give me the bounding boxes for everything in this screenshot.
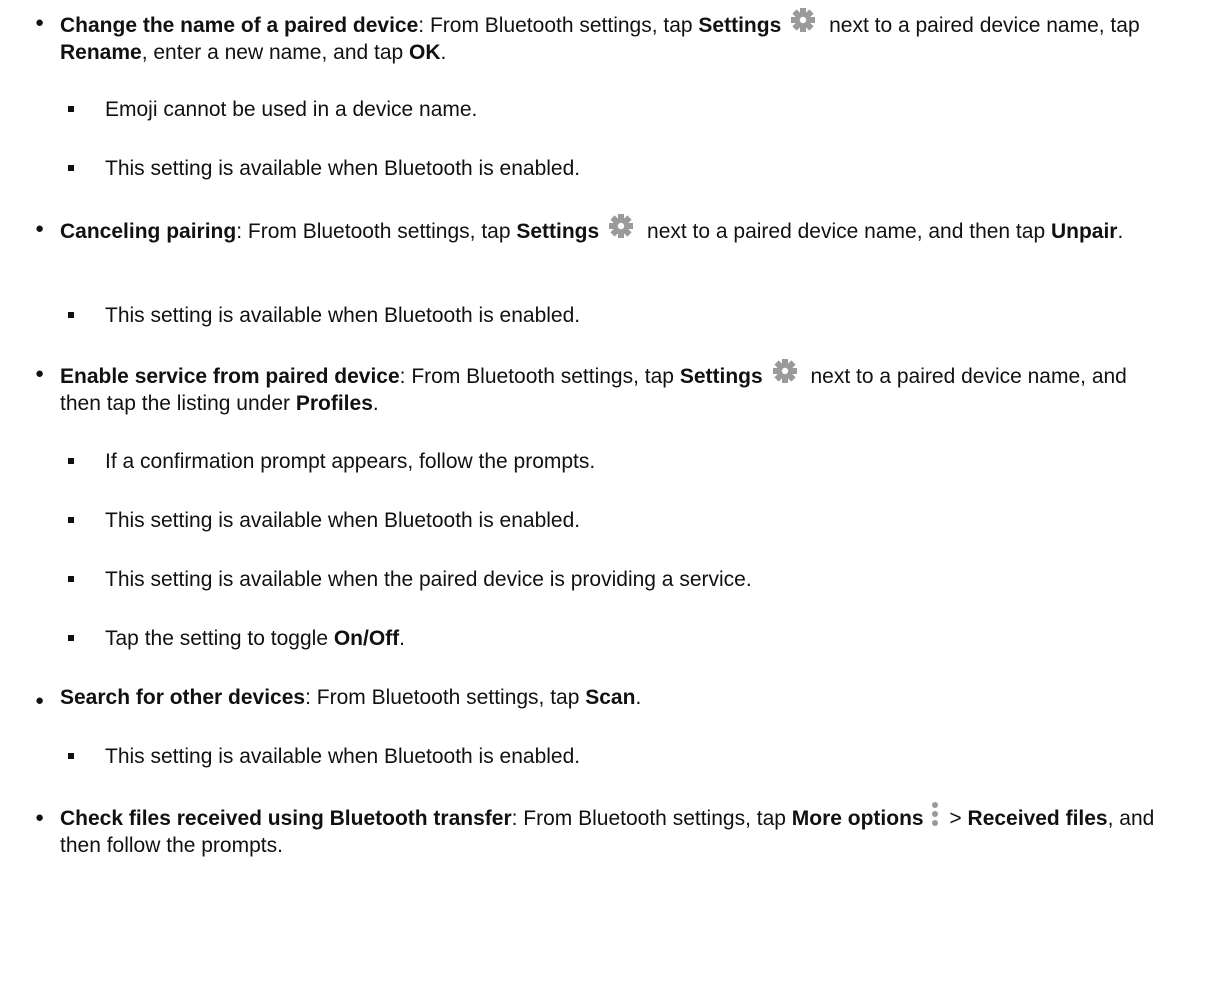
- bold-term: OK: [409, 41, 441, 64]
- text-run: .: [1117, 220, 1124, 243]
- bold-term: Settings: [698, 14, 782, 37]
- text-run: : From Bluetooth settings, tap: [511, 807, 792, 830]
- sub-item-text: This setting is available when Bluetooth…: [105, 157, 581, 180]
- bold-term: On/Off: [333, 627, 400, 650]
- gear-icon: [605, 212, 637, 240]
- item-text: Search for other devices: From Bluetooth…: [60, 684, 1170, 711]
- square-bullet: [68, 106, 74, 112]
- square-bullet: [68, 458, 74, 464]
- item-title: Enable service from paired device: [60, 365, 400, 388]
- square-bullet: [68, 165, 74, 171]
- bold-term: Settings: [516, 220, 600, 243]
- item-text: Enable service from paired device: From …: [60, 357, 1170, 417]
- text-run: : From Bluetooth settings, tap: [305, 686, 586, 709]
- sub-item-text: This setting is available when Bluetooth…: [105, 509, 581, 532]
- bold-term: Unpair: [1050, 220, 1118, 243]
- bullet: ●: [35, 365, 45, 382]
- sub-item-text: This setting is available when Bluetooth…: [105, 745, 581, 768]
- text-run: .: [440, 41, 447, 64]
- text-run: : From Bluetooth settings, tap: [399, 365, 680, 388]
- item-title: Check files received using Bluetooth tra…: [60, 807, 512, 830]
- item-title: Search for other devices: [60, 686, 306, 709]
- gear-icon: [787, 6, 819, 34]
- gear-icon: [769, 357, 801, 385]
- item-text: Canceling pairing: From Bluetooth settin…: [60, 212, 1170, 245]
- bold-term: Rename: [60, 41, 142, 64]
- sub-item-text: Tap the setting to toggle On/Off.: [105, 625, 405, 652]
- square-bullet: [68, 576, 74, 582]
- sub-item-text: Emoji cannot be used in a device name.: [105, 98, 478, 121]
- text-run: .: [399, 627, 405, 650]
- sub-item-text: If a confirmation prompt appears, follow…: [105, 450, 596, 473]
- text-run: next to a paired device name, and then t…: [641, 220, 1051, 243]
- square-bullet: [68, 312, 74, 318]
- text-run: .: [635, 686, 642, 709]
- item-title: Canceling pairing: [60, 220, 237, 243]
- text-run: , enter a new name, and tap: [141, 41, 410, 64]
- item-title: Change the name of a paired device: [60, 14, 419, 37]
- bullet: ●: [35, 809, 45, 826]
- text-run: .: [372, 392, 379, 415]
- item-text: Change the name of a paired device: From…: [60, 6, 1170, 66]
- document-page: ● Change the name of a paired device: Fr…: [0, 0, 1210, 983]
- bold-term: Scan: [585, 686, 636, 709]
- bold-term: More options: [791, 807, 924, 830]
- sub-item-text: This setting is available when the paire…: [105, 568, 752, 591]
- bold-term: Settings: [679, 365, 763, 388]
- bullet: ●: [35, 14, 45, 31]
- text-run: >: [943, 807, 968, 830]
- more-options-icon: [930, 801, 940, 829]
- text-run: next to a paired device name, tap: [823, 14, 1140, 37]
- text-run: : From Bluetooth settings, tap: [418, 14, 699, 37]
- sub-item-text: This setting is available when Bluetooth…: [105, 304, 581, 327]
- square-bullet: [68, 635, 74, 641]
- bullet: ●: [35, 220, 45, 237]
- bold-term: Received files: [967, 807, 1108, 830]
- square-bullet: [68, 517, 74, 523]
- text-run: : From Bluetooth settings, tap: [236, 220, 517, 243]
- bullet: ●: [35, 692, 45, 709]
- item-text: Check files received using Bluetooth tra…: [60, 801, 1170, 859]
- square-bullet: [68, 753, 74, 759]
- text-run: Tap the setting to toggle: [105, 627, 334, 650]
- bold-term: Profiles: [295, 392, 373, 415]
